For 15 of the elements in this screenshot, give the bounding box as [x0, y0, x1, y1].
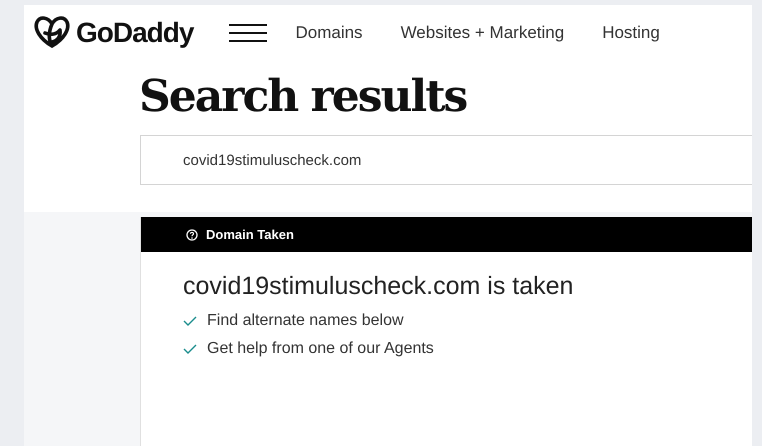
- result-heading: covid19stimuluscheck.com is taken: [183, 272, 574, 301]
- search-field[interactable]: covid19stimuluscheck.com: [140, 135, 752, 186]
- logo-icon[interactable]: [32, 15, 72, 51]
- logo-text[interactable]: GoDaddy: [76, 17, 194, 49]
- check-icon: [183, 344, 197, 354]
- banner-label: Domain Taken: [206, 227, 294, 242]
- check-icon: [183, 316, 197, 326]
- point-text: Get help from one of our Agents: [207, 340, 434, 358]
- nav-link[interactable]: Hosting: [602, 23, 660, 43]
- help-icon: [186, 228, 198, 240]
- point-text: Find alternate names below: [207, 312, 404, 330]
- nav-link[interactable]: Websites + Marketing: [400, 23, 564, 43]
- page-title: Search results: [139, 73, 468, 122]
- nav-link[interactable]: Domains: [295, 23, 363, 43]
- menu-icon[interactable]: [229, 24, 268, 42]
